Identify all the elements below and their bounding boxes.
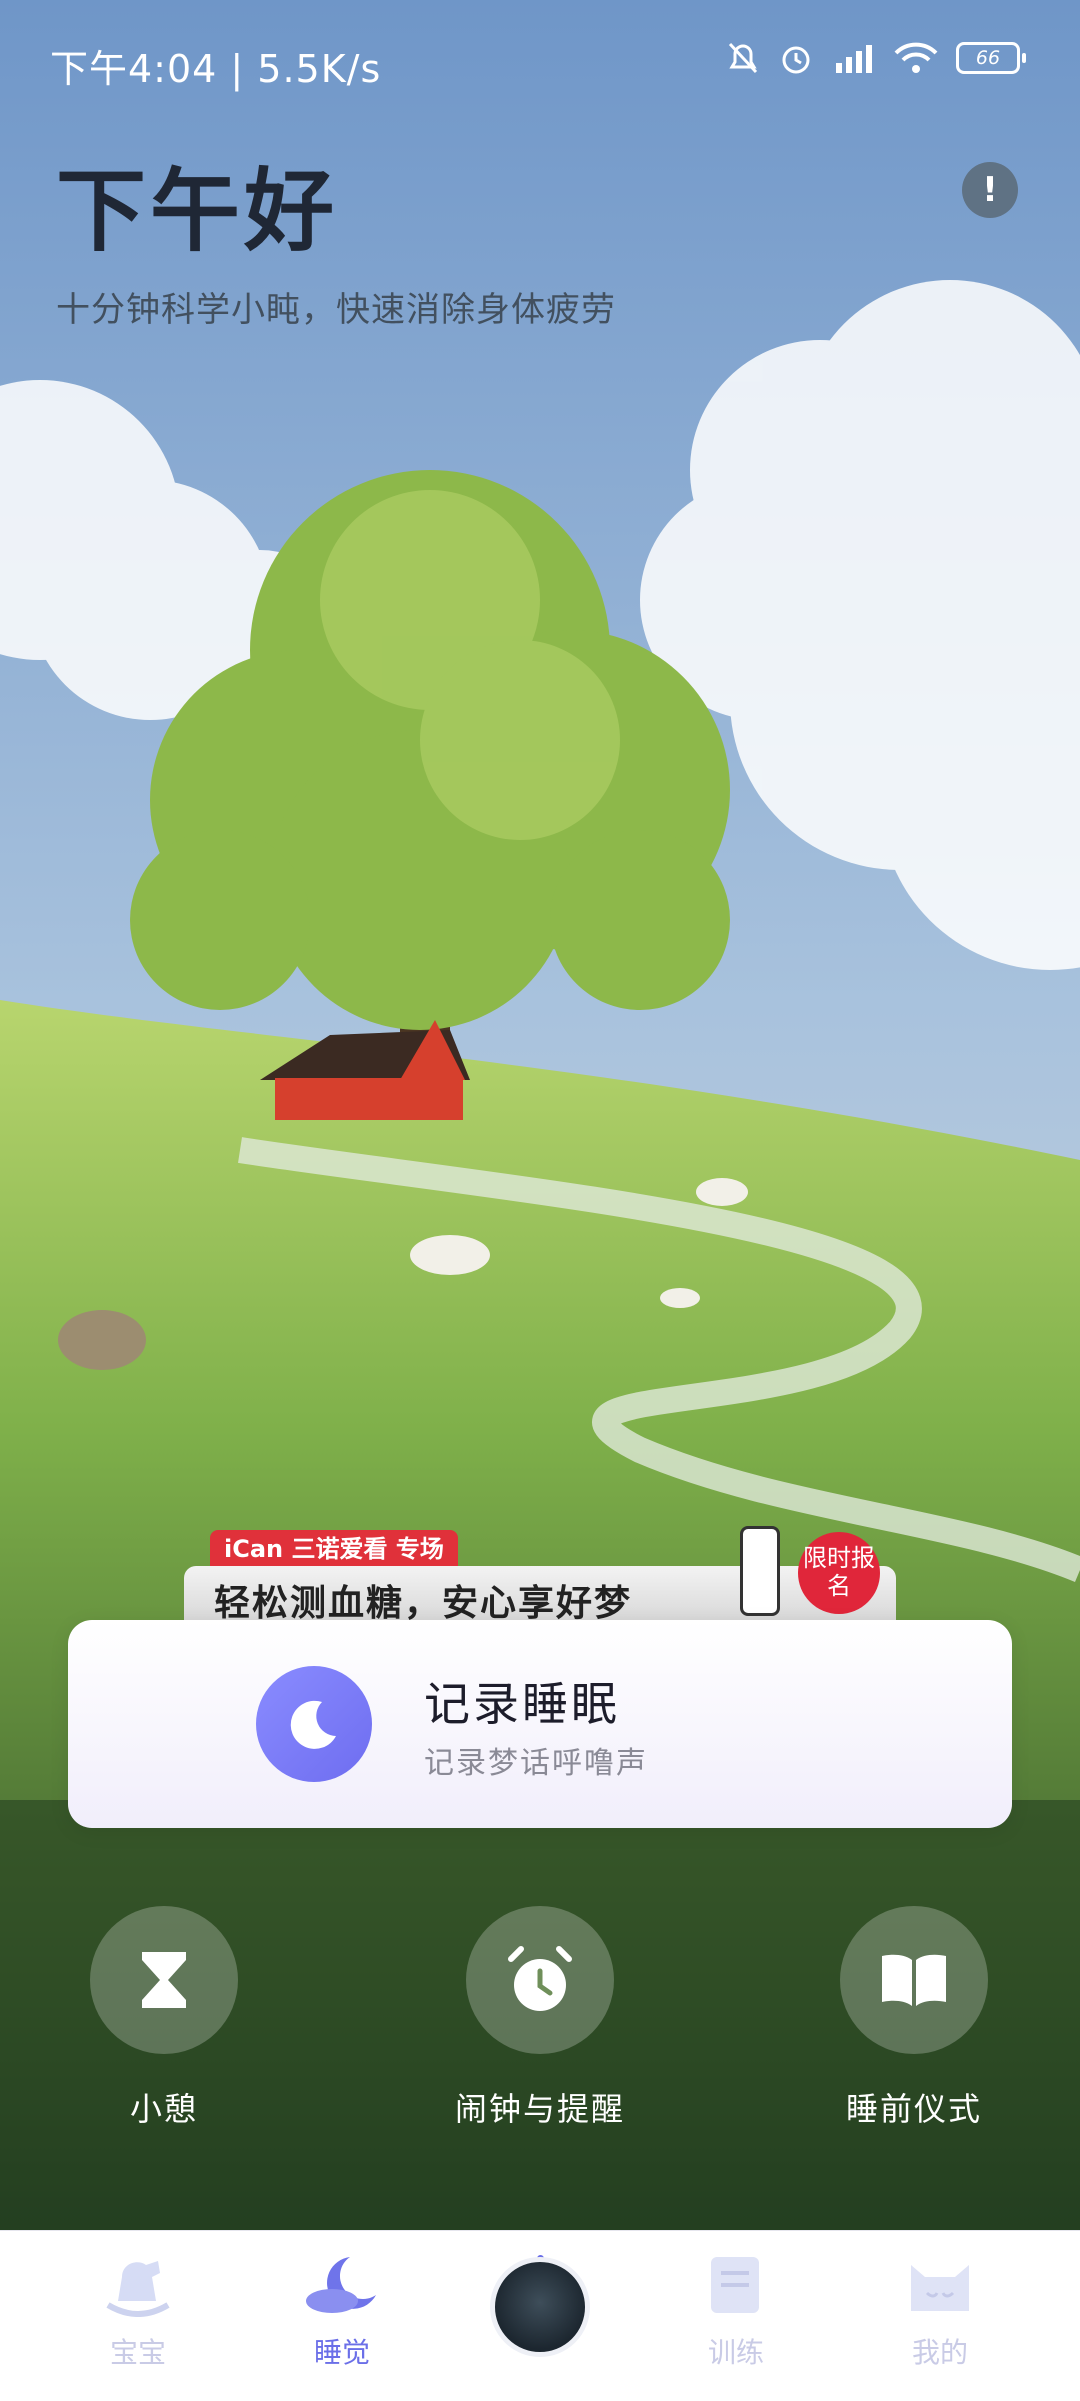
promo-badge-label: 限时报名 (803, 1544, 875, 1600)
nav-sleep[interactable]: 睡觉 (262, 2251, 422, 2371)
alarm-status-icon (782, 46, 810, 74)
phone-icon (740, 1526, 780, 1616)
bottom-nav: 宝宝 睡觉 训练 我的 (0, 2230, 1080, 2401)
greeting-subtitle: 十分钟科学小盹，快速消除身体疲劳 (56, 290, 616, 330)
wifi-icon (894, 42, 938, 73)
mute-bell-icon (728, 42, 758, 74)
sound-disc-button[interactable] (490, 2257, 590, 2357)
greeting-title: 下午好 (56, 159, 338, 264)
record-sleep-title: 记录睡眠 (424, 1677, 620, 1731)
nav-sleep-label: 睡觉 (313, 2336, 370, 2369)
rocking-horse-icon (106, 2261, 170, 2317)
status-bar: 下午4:04 | 5.5K/s 66 (0, 0, 1080, 128)
promo-banner[interactable]: iCan 三诺爱看 专场 轻松测血糖，安心享好梦 限时报名 (184, 1526, 896, 1624)
cat-icon (911, 2265, 969, 2311)
nav-training-label: 训练 (707, 2336, 764, 2369)
signal-icon (836, 45, 872, 73)
record-sleep-card[interactable]: 记录睡眠 记录梦话呼噜声 (68, 1620, 1012, 1828)
status-icons: 66 (726, 40, 1026, 76)
moon-icon (256, 1666, 372, 1782)
status-time: 下午4:04 | 5.5K/s (50, 47, 382, 91)
nav-mine[interactable]: 我的 (860, 2251, 1020, 2371)
promo-text: 轻松测血糖，安心享好梦 (214, 1583, 633, 1624)
moon-cloud-icon (306, 2257, 376, 2313)
promo-badge[interactable]: 限时报名 (798, 1532, 880, 1614)
nav-baby-label: 宝宝 (109, 2336, 166, 2369)
promo-tag: iCan 三诺爱看 专场 (210, 1530, 458, 1568)
background-scene (0, 0, 1080, 2230)
book-icon (840, 1906, 988, 2054)
notebook-icon (711, 2257, 759, 2313)
nav-baby[interactable]: 宝宝 (58, 2251, 218, 2371)
action-alarm-label: 闹钟与提醒 (454, 2090, 625, 2128)
hourglass-icon (90, 1906, 238, 2054)
battery-indicator: 66 (956, 42, 1026, 74)
record-sleep-subtitle: 记录梦话呼噜声 (424, 1746, 648, 1781)
nav-training[interactable]: 训练 (656, 2251, 816, 2371)
action-nap[interactable]: 小憩 (44, 1906, 284, 2130)
action-alarm[interactable]: 闹钟与提醒 (420, 1906, 660, 2130)
info-button[interactable]: ! (962, 162, 1018, 218)
nav-mine-label: 我的 (911, 2336, 968, 2369)
action-bedtime-ritual-label: 睡前仪式 (845, 2090, 982, 2128)
action-nap-label: 小憩 (129, 2090, 198, 2128)
action-bedtime-ritual[interactable]: 睡前仪式 (794, 1906, 1034, 2130)
alarm-icon (466, 1906, 614, 2054)
